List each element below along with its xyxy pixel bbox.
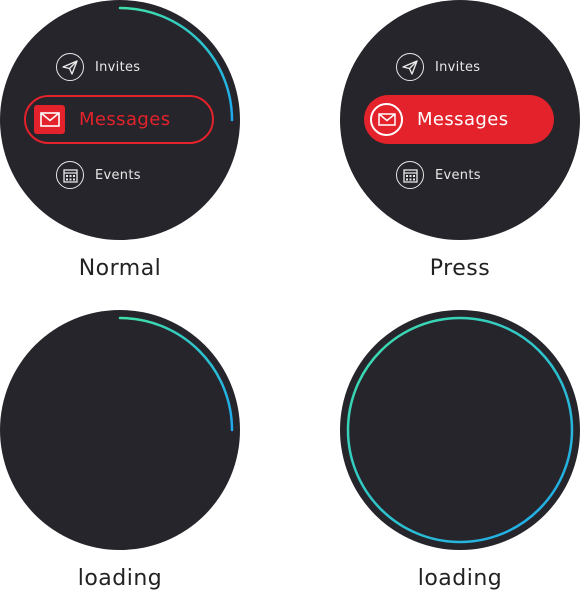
calendar-icon [396, 161, 424, 189]
state-loading-partial-panel: loading [0, 310, 240, 591]
paper-plane-icon [396, 53, 424, 81]
menu-item-label: Invites [435, 59, 481, 75]
watch-face: Invites Messages Events [340, 0, 580, 240]
progress-arc [118, 6, 234, 122]
progress-arc-stroke [118, 316, 234, 432]
progress-arc-stroke [118, 6, 234, 122]
state-normal-panel: Invites Messages Events Normal [0, 0, 240, 281]
state-caption: loading [77, 566, 163, 591]
state-loading-full-panel: loading [340, 310, 580, 591]
state-caption: Press [429, 256, 491, 281]
progress-arc [346, 316, 574, 544]
menu-item-invites[interactable]: Invites [396, 52, 480, 82]
state-caption: Normal [78, 256, 162, 281]
state-caption: loading [417, 566, 503, 591]
envelope-icon [370, 103, 403, 136]
menu-item-messages[interactable]: Messages [364, 95, 554, 144]
menu-item-label: Messages [417, 109, 509, 130]
state-press-panel: Invites Messages Events Press [340, 0, 580, 281]
menu-item-label: Events [435, 167, 481, 183]
progress-arc [118, 316, 234, 432]
menu-item-events[interactable]: Events [396, 160, 481, 190]
progress-arc-stroke [346, 316, 574, 544]
